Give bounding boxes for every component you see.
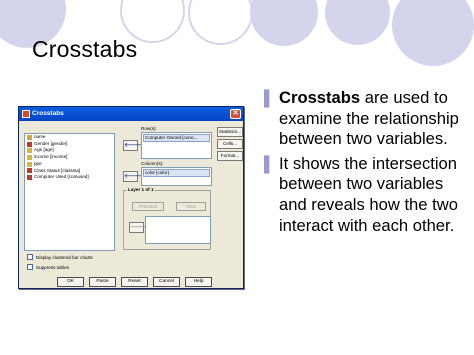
list-item[interactable]: Computer Used [comused] [25, 174, 114, 181]
columns-label: Column(s): [141, 161, 164, 166]
list-item[interactable]: Class Status [classsta] [25, 168, 114, 175]
layer-group: Layer 1 of 1 Previous Next 🡒 [123, 187, 211, 250]
rows-selected-variable[interactable]: Computer Owned [cono... [143, 134, 210, 142]
checkbox-square[interactable] [27, 264, 33, 270]
clustered-bar-charts-checkbox[interactable]: Display clustered bar charts [27, 254, 93, 260]
dialog-titlebar[interactable]: Crosstabs ✕ [19, 107, 243, 121]
move-to-layer-button[interactable]: 🡒 [129, 222, 149, 233]
ok-button[interactable]: OK [57, 277, 84, 287]
list-item[interactable]: Gender [gender] [25, 141, 114, 148]
decorative-circle [188, 0, 253, 45]
bullet-item: ▌ It shows the intersection between two v… [262, 154, 472, 236]
move-to-columns-button[interactable]: 🡐 [123, 171, 143, 182]
paste-button[interactable]: Paste [89, 277, 116, 287]
slide-title: Crosstabs [32, 36, 138, 62]
nominal-variable-icon [27, 175, 32, 181]
format-button[interactable]: Format... [217, 151, 243, 161]
reset-button[interactable]: Reset [121, 277, 148, 287]
cancel-button[interactable]: Cancel [153, 277, 180, 287]
help-button[interactable]: Help [185, 277, 212, 287]
nominal-variable-icon [27, 141, 32, 147]
string-variable-icon [27, 134, 32, 140]
cells-button[interactable]: Cells... [217, 139, 243, 149]
move-to-rows-button[interactable]: 🡐 [123, 140, 143, 151]
bullet-icon: ▌ [264, 155, 275, 173]
bullet-list: ▌ Crosstabs are used to examine the relat… [262, 88, 472, 240]
app-icon [22, 110, 30, 118]
list-item[interactable]: Age [age] [25, 147, 114, 154]
nominal-variable-icon [27, 168, 32, 174]
next-layer-button[interactable]: Next [176, 202, 206, 211]
scale-variable-icon [27, 148, 32, 154]
layer-label: Layer 1 of 1 [127, 187, 155, 192]
layer-box[interactable] [145, 216, 211, 244]
checkbox-square[interactable] [27, 254, 33, 260]
list-item[interactable]: income [income] [25, 154, 114, 161]
bullet-bold-text: Crosstabs [279, 88, 361, 107]
dialog-title: Crosstabs [32, 110, 64, 117]
bullet-text: It shows the intersection between two va… [279, 153, 458, 235]
decorative-circle [392, 0, 474, 66]
scale-variable-icon [27, 161, 32, 167]
decorative-circle [250, 0, 318, 46]
bullet-item: ▌ Crosstabs are used to examine the relat… [262, 88, 472, 150]
variable-list[interactable]: name Gender [gender] Age [age] income [i… [24, 133, 115, 251]
bullet-icon: ▌ [264, 90, 275, 107]
decorative-circle [325, 0, 390, 45]
list-item[interactable]: ppe [25, 161, 114, 168]
columns-box[interactable]: color [color] [141, 167, 212, 186]
previous-layer-button[interactable]: Previous [132, 202, 164, 211]
close-icon[interactable]: ✕ [230, 109, 241, 119]
list-item[interactable]: name [25, 134, 114, 141]
suppress-tables-checkbox[interactable]: Suppress tables [27, 264, 69, 270]
rows-box[interactable]: Computer Owned [cono... [141, 132, 212, 159]
scale-variable-icon [27, 154, 32, 160]
crosstabs-dialog: Crosstabs ✕ name Gender [gender] Age [ag… [18, 106, 244, 289]
rows-label: Row(s): [141, 126, 157, 131]
columns-selected-variable[interactable]: color [color] [143, 169, 210, 177]
statistics-button[interactable]: Statistics... [217, 127, 243, 137]
